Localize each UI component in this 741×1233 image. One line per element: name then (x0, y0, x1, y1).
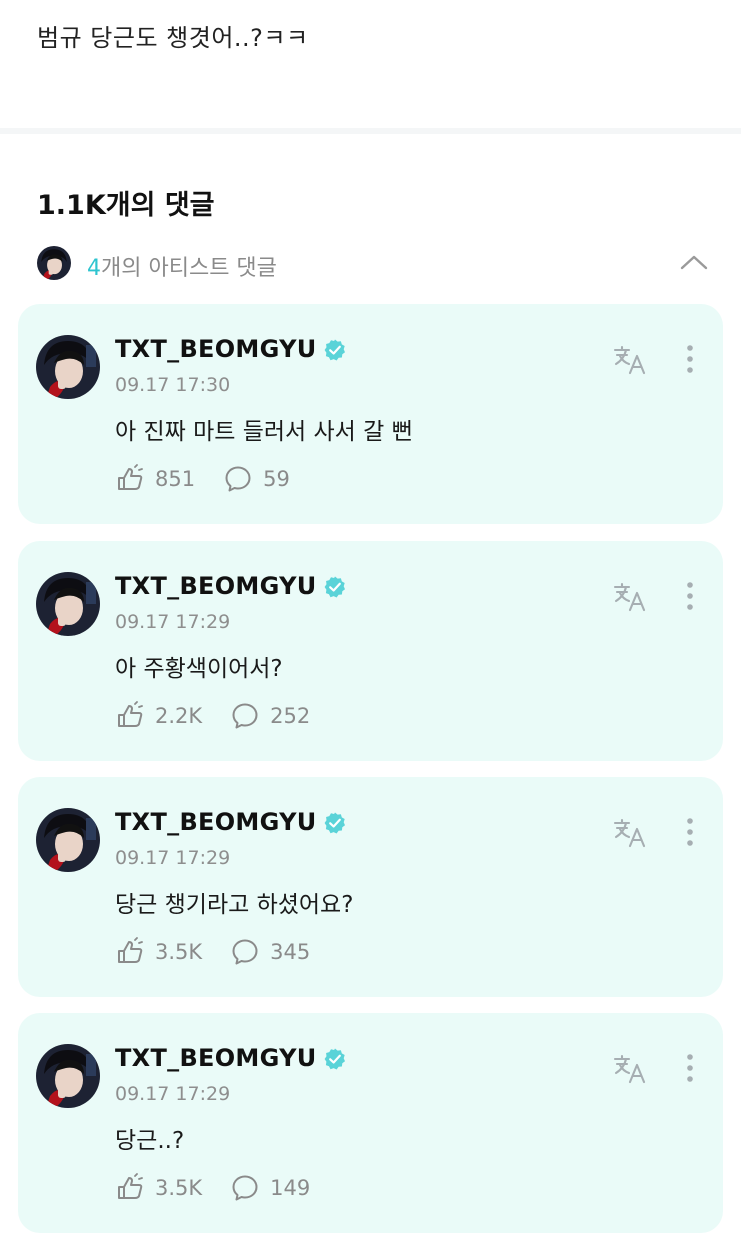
commenter-name[interactable]: TXT_BEOMGYU (115, 335, 317, 363)
comment-stats: 2.2K 252 (115, 701, 338, 731)
speech-bubble-icon (225, 466, 251, 492)
comment-stats: 851 59 (115, 464, 318, 494)
artist-comments-text: 개의 아티스트 댓글 (101, 256, 277, 281)
like-button[interactable]: 3.5K (115, 1173, 202, 1203)
commenter-avatar[interactable] (36, 335, 100, 399)
comment-text: 아 진짜 마트 들러서 사서 갈 뻔 (115, 419, 413, 445)
comment-timestamp: 09.17 17:29 (115, 611, 231, 633)
translate-icon[interactable] (613, 818, 649, 848)
like-count: 3.5K (155, 940, 203, 964)
artist-comment-card: TXT_BEOMGYU 09.17 17:29 당근..? 3.5K 149 (18, 1013, 723, 1233)
artist-avatar (37, 246, 71, 280)
reply-count: 345 (270, 940, 311, 964)
comment-stats: 3.5K 345 (115, 937, 338, 967)
verified-badge-icon (323, 338, 347, 362)
translate-icon[interactable] (613, 345, 649, 375)
more-vertical-icon[interactable] (680, 1051, 700, 1085)
translate-icon[interactable] (613, 1054, 649, 1084)
reply-count: 59 (263, 467, 290, 491)
comment-stats: 3.5K 149 (115, 1173, 338, 1203)
like-count: 2.2K (155, 704, 203, 728)
commenter-name[interactable]: TXT_BEOMGYU (115, 572, 317, 600)
like-count: 851 (155, 467, 196, 491)
like-hand-icon (118, 464, 143, 490)
reply-button[interactable]: 149 (230, 1173, 310, 1203)
comment-timestamp: 09.17 17:29 (115, 847, 231, 869)
reply-count: 252 (270, 704, 311, 728)
reply-button[interactable]: 59 (223, 464, 290, 494)
comment-text: 당근 챙기라고 하셨어요? (115, 892, 354, 918)
speech-bubble-icon (232, 1175, 258, 1201)
chevron-up-icon[interactable] (679, 248, 709, 278)
commenter-name[interactable]: TXT_BEOMGYU (115, 1044, 317, 1072)
artist-comment-card: TXT_BEOMGYU 09.17 17:29 아 주황색이어서? 2.2K 2… (18, 541, 723, 761)
more-vertical-icon[interactable] (680, 342, 700, 376)
comments-count-title: 1.1K개의 댓글 (37, 190, 215, 221)
translate-icon[interactable] (613, 582, 649, 612)
like-button[interactable]: 3.5K (115, 937, 202, 967)
like-button[interactable]: 851 (115, 464, 195, 494)
comment-text: 당근..? (115, 1128, 185, 1154)
comment-timestamp: 09.17 17:29 (115, 1083, 231, 1105)
like-hand-icon (118, 937, 143, 963)
verified-badge-icon (323, 811, 347, 835)
commenter-avatar[interactable] (36, 808, 100, 872)
verified-badge-icon (323, 1047, 347, 1071)
comment-timestamp: 09.17 17:30 (115, 374, 231, 396)
reply-button[interactable]: 252 (230, 701, 310, 731)
speech-bubble-icon (232, 939, 258, 965)
verified-badge-icon (323, 575, 347, 599)
like-button[interactable]: 2.2K (115, 701, 202, 731)
speech-bubble-icon (232, 703, 258, 729)
reply-button[interactable]: 345 (230, 937, 310, 967)
like-hand-icon (118, 701, 143, 727)
comment-text: 아 주황색이어서? (115, 656, 283, 682)
artist-comments-label: 4개의 아티스트 댓글 (87, 250, 277, 282)
like-count: 3.5K (155, 1176, 203, 1200)
section-divider (0, 128, 741, 134)
commenter-name[interactable]: TXT_BEOMGYU (115, 808, 317, 836)
like-hand-icon (118, 1173, 143, 1199)
more-vertical-icon[interactable] (680, 815, 700, 849)
artist-comment-card: TXT_BEOMGYU 09.17 17:30 아 진짜 마트 들러서 사서 갈… (18, 304, 723, 524)
artist-comments-toggle-row[interactable]: 4개의 아티스트 댓글 (37, 244, 717, 284)
more-vertical-icon[interactable] (680, 579, 700, 613)
artist-comment-card: TXT_BEOMGYU 09.17 17:29 당근 챙기라고 하셨어요? 3.… (18, 777, 723, 997)
post-text: 범규 당근도 챙겻어..?ㅋㅋ (37, 24, 309, 52)
artist-comments-count: 4 (87, 256, 101, 281)
reply-count: 149 (270, 1176, 311, 1200)
commenter-avatar[interactable] (36, 572, 100, 636)
commenter-avatar[interactable] (36, 1044, 100, 1108)
